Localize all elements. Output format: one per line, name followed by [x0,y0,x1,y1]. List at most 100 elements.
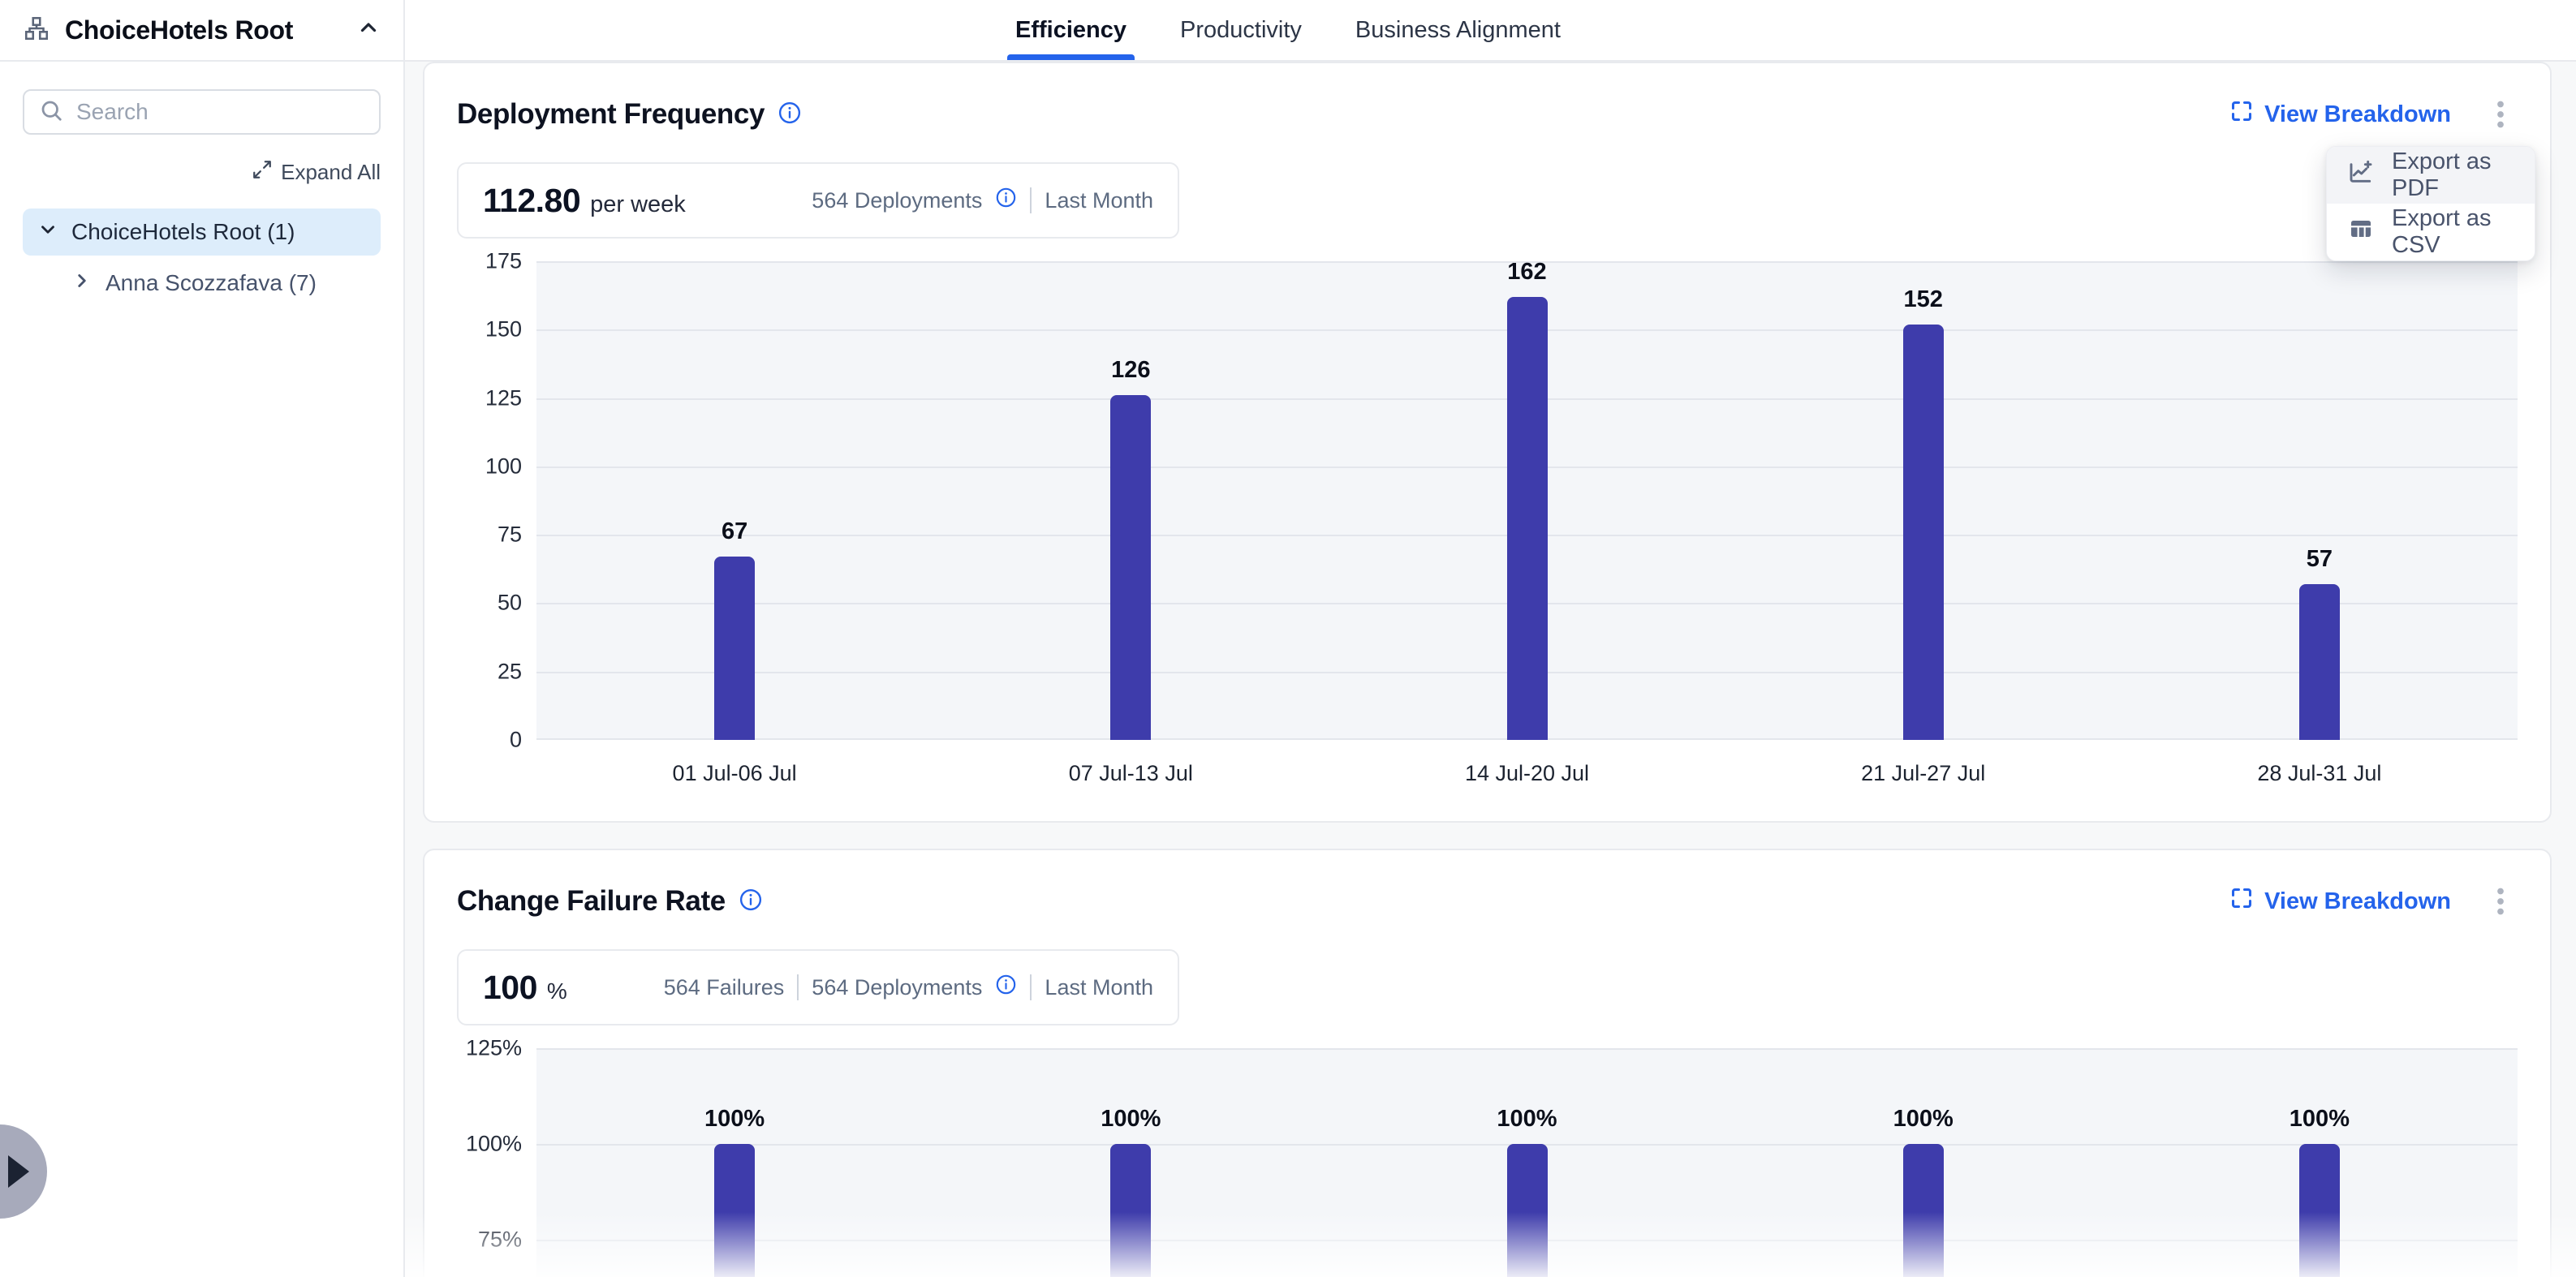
y-tick-label: 50 [498,591,522,616]
menu-item-label: Export as CSV [2392,205,2514,259]
info-icon[interactable] [778,101,802,129]
expand-all-icon [252,159,273,186]
bar [1110,395,1151,740]
change-failure-rate-card: Change Failure Rate [423,849,2552,1277]
menu-item-export-csv[interactable]: Export as CSV [2327,204,2535,260]
expand-all-button[interactable]: Expand All [23,159,381,186]
x-axis-label: 14 Jul-20 Jul [1465,761,1589,786]
kebab-menu-button[interactable] [2483,94,2518,135]
divider [1030,974,1032,1000]
search-icon [39,98,63,127]
info-icon[interactable] [995,974,1017,1001]
tab-efficiency[interactable]: Efficiency [1007,0,1135,60]
tree-item-anna-scozzafava[interactable]: Anna Scozzafava (7) [23,262,381,304]
bar-value-label: 100% [704,1106,765,1133]
deployment-frequency-card: Deployment Frequency [423,62,2552,823]
bar [1507,1144,1548,1277]
sidebar: ChoiceHotels Root [0,0,405,1277]
table-icon [2348,216,2374,248]
tree-item-choicehotels-root[interactable]: ChoiceHotels Root (1) [23,209,381,256]
divider [797,974,799,1000]
main-area: Efficiency Productivity Business Alignme… [405,0,2576,1277]
stat-value: 100 [483,969,537,1007]
bar-value-label: 100% [1893,1106,1954,1133]
bar [1903,1144,1944,1277]
y-tick-label: 125% [466,1036,522,1061]
gridline [536,1048,2518,1050]
export-dropdown-menu: Export as PDF Export as CSV [2326,146,2535,261]
menu-item-export-pdf[interactable]: Export as PDF [2327,147,2535,204]
tab-productivity[interactable]: Productivity [1172,0,1310,60]
y-tick-label: 150 [485,317,522,342]
y-tick-label: 175 [485,249,522,274]
chart-export-icon [2348,159,2374,191]
org-hierarchy-icon [23,15,50,46]
period-label: Last Month [1045,975,1153,1000]
expand-corners-icon [2230,887,2253,916]
deployments-count: 564 Deployments [812,188,982,213]
tab-bar: Efficiency Productivity Business Alignme… [1007,0,1569,60]
bar-value-label: 152 [1903,286,1942,313]
card-title: Change Failure Rate [457,885,726,918]
x-axis-label: 01 Jul-06 Jul [673,761,797,786]
sidebar-header: ChoiceHotels Root [0,0,403,62]
y-axis: 0255075100125150175 [457,261,522,740]
sidebar-body: Expand All ChoiceHotels Root (1) [0,62,403,332]
chevron-down-icon [37,219,58,246]
divider [1030,187,1032,213]
bar [1507,297,1548,740]
top-navigation: Efficiency Productivity Business Alignme… [405,0,2576,62]
bar [1110,1144,1151,1277]
bar-value-label: 126 [1111,357,1150,384]
bar-value-label: 57 [2307,546,2333,573]
tab-business-alignment[interactable]: Business Alignment [1347,0,1569,60]
tree-item-label: Anna Scozzafava (7) [106,270,317,296]
bar-value-label: 67 [722,518,747,545]
tree-item-label: ChoiceHotels Root (1) [71,219,295,245]
bar-value-label: 100% [1497,1106,1557,1133]
change-failure-rate-chart: 0%25%50%75%100%125% 100%100%100%100%100% [457,1048,2518,1277]
failures-count: 564 Failures [664,975,785,1000]
period-label: Last Month [1045,188,1153,213]
y-tick-label: 25 [498,659,522,684]
view-breakdown-label: View Breakdown [2264,101,2451,128]
deployments-count: 564 Deployments [812,975,982,1000]
card-title: Deployment Frequency [457,98,765,131]
bar-value-label: 162 [1507,259,1546,286]
plot-area: 100%100%100%100%100% [536,1048,2518,1277]
y-tick-label: 100 [485,454,522,479]
menu-item-label: Export as PDF [2392,148,2514,202]
search-box [23,89,381,135]
info-icon[interactable] [995,187,1017,214]
info-icon[interactable] [739,888,763,916]
org-tree: ChoiceHotels Root (1) Anna Scozzafava (7… [23,209,381,304]
x-axis: 01 Jul-06 Jul 07 Jul-13 Jul 14 Jul-20 Jul 2… [457,740,2518,792]
play-arrow-icon [8,1155,29,1188]
sidebar-collapse-handle[interactable] [0,1124,47,1219]
bar-value-label: 100% [2290,1106,2350,1133]
y-tick-label: 75 [498,522,522,548]
stat-unit: % [547,978,567,1004]
expand-all-label: Expand All [281,160,381,185]
kebab-menu-button[interactable] [2483,881,2518,922]
bar [2299,584,2340,740]
sidebar-collapse-chevron-up-icon[interactable] [356,16,381,45]
bar [714,1144,755,1277]
y-tick-label: 75% [478,1228,522,1253]
stat-value: 112.80 [483,182,580,220]
bar [2299,1144,2340,1277]
view-breakdown-button[interactable]: View Breakdown [2230,100,2451,129]
deployment-frequency-stat: 112.80 per week 564 Deployments Last Mo [457,162,1179,239]
dashboard-content: Deployment Frequency [405,62,2576,1277]
change-failure-rate-stat: 100 % 564 Failures 564 Deployments [457,949,1179,1025]
view-breakdown-button[interactable]: View Breakdown [2230,887,2451,916]
search-input[interactable] [76,99,364,125]
x-axis-label: 28 Jul-31 Jul [2257,761,2381,786]
deployment-frequency-chart: 0255075100125150175 6712616215257 [457,261,2518,740]
expand-corners-icon [2230,100,2253,129]
app-root: ChoiceHotels Root [0,0,2576,1277]
y-tick-label: 100% [466,1132,522,1157]
y-tick-label: 125 [485,385,522,411]
chevron-right-icon [71,270,93,297]
x-axis-label: 07 Jul-13 Jul [1069,761,1193,786]
